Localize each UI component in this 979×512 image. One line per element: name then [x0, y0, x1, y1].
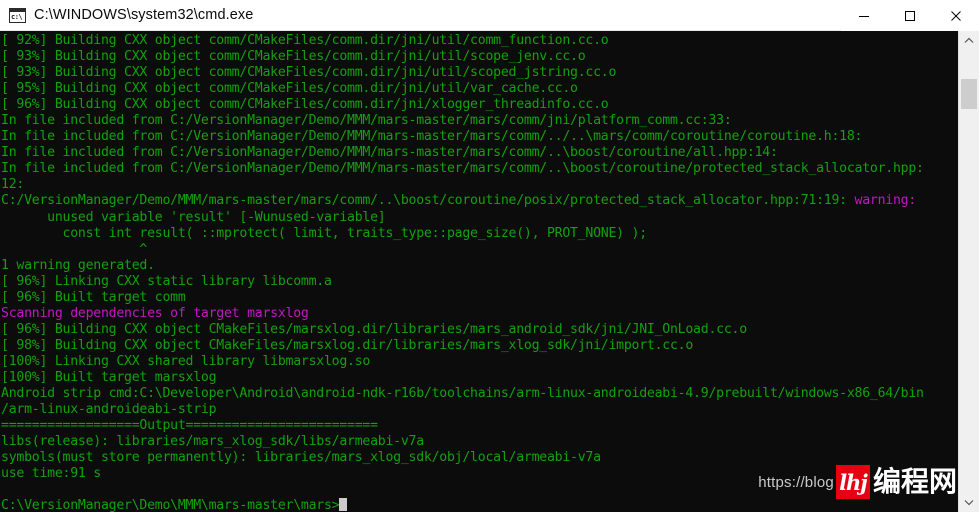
- console-line-text: 12:: [1, 177, 25, 193]
- console-line: In file included from C:/VersionManager/…: [1, 113, 979, 129]
- console-line: unused variable 'result' [-Wunused-varia…: [1, 210, 979, 226]
- vertical-scrollbar[interactable]: [958, 31, 979, 512]
- console-line-text: [ 96%] Building CXX object CMakeFiles/ma…: [1, 321, 747, 337]
- console-line: 12:: [1, 177, 979, 193]
- console-line-text: 1 warning generated.: [1, 257, 155, 273]
- minimize-icon: [859, 15, 869, 17]
- console-line: [ 93%] Building CXX object comm/CMakeFil…: [1, 65, 979, 81]
- console-line-text: symbols(must store permanently): librari…: [1, 450, 601, 466]
- scrollbar-thumb[interactable]: [961, 79, 977, 109]
- console-line-text: /arm-linux-androideabi-strip: [1, 402, 217, 418]
- console-line-text: C:/VersionManager/Demo/MMM/mars-master/m…: [1, 193, 855, 209]
- watermark-url: https://blog: [758, 473, 834, 491]
- close-button[interactable]: [933, 0, 979, 31]
- console-line-text: [ 93%] Building CXX object comm/CMakeFil…: [1, 65, 617, 81]
- console-line: [ 93%] Building CXX object comm/CMakeFil…: [1, 49, 979, 65]
- console-line: [ 92%] Building CXX object comm/CMakeFil…: [1, 33, 979, 49]
- console-line: [ 96%] Built target comm: [1, 290, 979, 306]
- cmd-console-icon: c:\: [9, 7, 26, 23]
- console-line: In file included from C:/VersionManager/…: [1, 145, 979, 161]
- console-line: In file included from C:/VersionManager/…: [1, 161, 979, 177]
- console-line-text: libs(release): libraries/mars_xlog_sdk/l…: [1, 434, 424, 450]
- console-line: [ 98%] Building CXX object CMakeFiles/ma…: [1, 338, 979, 354]
- console-line: [ 95%] Building CXX object comm/CMakeFil…: [1, 81, 979, 97]
- console-line-suffix: warning:: [854, 193, 917, 209]
- text-cursor: [339, 498, 347, 512]
- console-line: [ 96%] Building CXX object comm/CMakeFil…: [1, 97, 979, 113]
- console-line: symbols(must store permanently): librari…: [1, 450, 979, 466]
- console-line-text: In file included from C:/VersionManager/…: [1, 145, 778, 161]
- cmd-window: c:\ C:\WINDOWS\system32\cmd.exe [92%] B…: [0, 0, 979, 512]
- window-title: C:\WINDOWS\system32\cmd.exe: [34, 7, 254, 23]
- console-line: libs(release): libraries/mars_xlog_sdk/l…: [1, 434, 979, 450]
- scroll-up-button[interactable]: [959, 31, 979, 50]
- console-line-text: [ 96%] Linking CXX static library libcom…: [1, 273, 332, 289]
- console-line-text: const int result( ::mprotect( limit, tra…: [1, 225, 648, 241]
- console-line: Scanning dependencies of target marsxlog: [1, 306, 979, 322]
- console-line-text: ==================Output================…: [1, 418, 378, 434]
- console-line: [100%] Built target marsxlog: [1, 370, 979, 386]
- watermark: https://blog lhj 编程网: [758, 465, 957, 499]
- watermark-site-name: 编程网: [872, 465, 957, 498]
- console-line-text: In file included from C:/VersionManager/…: [1, 161, 924, 177]
- chevron-down-icon: [964, 500, 974, 506]
- console-line: /arm-linux-androideabi-strip: [1, 402, 979, 418]
- chevron-up-icon: [964, 37, 974, 43]
- console-line-text: unused variable 'result' [-Wunused-varia…: [1, 209, 386, 225]
- console-line-text: [ 96%] Building CXX object comm/CMakeFil…: [1, 97, 609, 113]
- console-line: const int result( ::mprotect( limit, tra…: [1, 226, 979, 242]
- console-line: Android strip cmd:C:\Developer\Android\a…: [1, 386, 979, 402]
- window-controls: [841, 0, 979, 31]
- console-line-text: [ 93%] Building CXX object comm/CMakeFil…: [1, 49, 586, 65]
- console-line: [100%] Linking CXX shared library libmar…: [1, 354, 979, 370]
- console-line-text: [ 98%] Building CXX object CMakeFiles/ma…: [1, 337, 694, 353]
- cmd-icon-prompt-glyph: c:\: [11, 12, 23, 21]
- console-line: ==================Output================…: [1, 418, 979, 434]
- watermark-logo-icon: lhj: [835, 465, 870, 499]
- console-line-text: [ 96%] Built target comm: [1, 289, 186, 305]
- scroll-down-button[interactable]: [959, 493, 979, 512]
- console-text-buffer: [ 92%] Building CXX object comm/CMakeFil…: [1, 33, 979, 512]
- close-icon: [951, 10, 961, 21]
- console-line-text: Android strip cmd:C:\Developer\Android\a…: [1, 386, 924, 402]
- console-line-text: [100%] Built target marsxlog: [1, 369, 217, 385]
- console-line-text: C:\VersionManager\Demo\MMM\mars-master\m…: [1, 498, 340, 512]
- title-bar[interactable]: c:\ C:\WINDOWS\system32\cmd.exe: [0, 0, 979, 31]
- console-line: 1 warning generated.: [1, 258, 979, 274]
- maximize-button[interactable]: [887, 0, 933, 31]
- console-line: C:\VersionManager\Demo\MMM\mars-master\m…: [1, 498, 979, 512]
- console-line: C:/VersionManager/Demo/MMM/mars-master/m…: [1, 193, 979, 209]
- console-line-text: In file included from C:/VersionManager/…: [1, 129, 863, 145]
- console-output-area[interactable]: [ 92%] Building CXX object comm/CMakeFil…: [0, 31, 979, 512]
- console-line: [ 96%] Building CXX object CMakeFiles/ma…: [1, 322, 979, 338]
- console-line: [ 96%] Linking CXX static library libcom…: [1, 274, 979, 290]
- console-line: ^: [1, 242, 979, 258]
- minimize-button[interactable]: [841, 0, 887, 31]
- console-line-text: [100%] Linking CXX shared library libmar…: [1, 353, 371, 369]
- console-line: In file included from C:/VersionManager/…: [1, 129, 979, 145]
- console-line-text: Scanning dependencies of target marsxlog: [1, 305, 309, 321]
- console-line-text: In file included from C:/VersionManager/…: [1, 113, 732, 129]
- console-line-text: [ 95%] Building CXX object comm/CMakeFil…: [1, 81, 578, 97]
- console-line-text: ^: [1, 241, 148, 257]
- maximize-icon: [905, 10, 915, 21]
- console-line-text: use time:91 s: [1, 466, 101, 482]
- console-line-text: [ 92%] Building CXX object comm/CMakeFil…: [1, 33, 609, 48]
